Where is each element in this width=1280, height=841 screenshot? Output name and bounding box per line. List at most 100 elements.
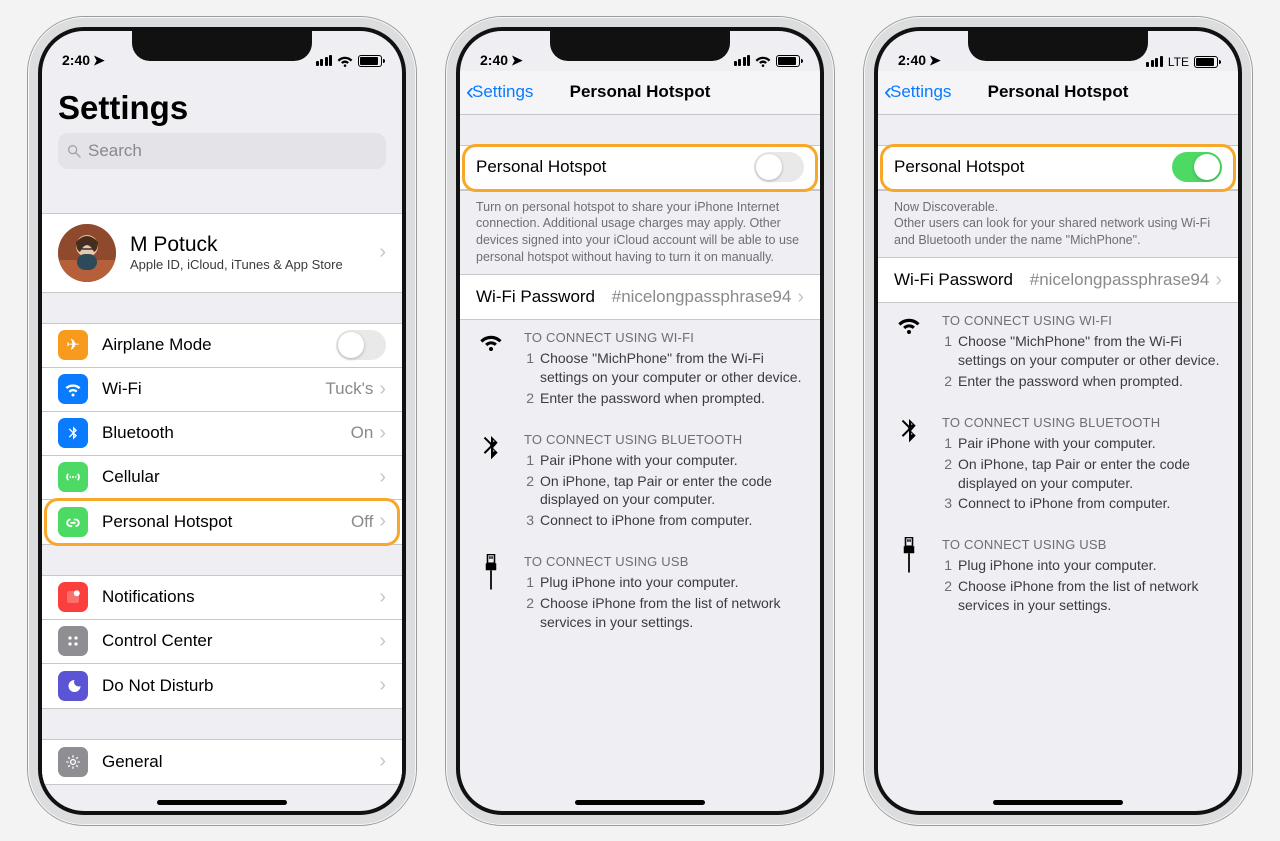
usb-instr-2: Choose iPhone from the list of network s…: [958, 577, 1222, 615]
airplane-mode-row[interactable]: ✈︎ Airplane Mode: [42, 324, 402, 368]
hotspot-on-footer: Now Discoverable. Other users can look f…: [878, 191, 1238, 258]
control-center-row[interactable]: Control Center ›: [42, 620, 402, 664]
general-label: General: [102, 752, 379, 772]
hotspot-switch-on[interactable]: [1172, 152, 1222, 182]
page-title: Settings: [42, 71, 402, 133]
wifi-instr-1: Choose "MichPhone" from the Wi-Fi settin…: [540, 349, 804, 387]
battery-icon: [776, 55, 800, 67]
hotspot-toggle-row[interactable]: Personal Hotspot: [878, 146, 1238, 190]
wifi-password-value: #nicelongpassphrase94: [1030, 270, 1210, 290]
status-time: 2:40: [898, 52, 926, 68]
dnd-icon: [58, 671, 88, 701]
usb-instr-1: Plug iPhone into your computer.: [958, 556, 1156, 575]
bt-instr-3: Connect to iPhone from computer.: [958, 494, 1170, 513]
profile-row[interactable]: M Potuck Apple ID, iCloud, iTunes & App …: [42, 214, 402, 292]
connect-wifi-instructions: TO CONNECT USING WI-FI 1Choose "MichPhon…: [460, 320, 820, 422]
hotspot-toggle-row[interactable]: Personal Hotspot: [460, 146, 820, 190]
connect-usb-instructions: TO CONNECT USING USB 1Plug iPhone into y…: [460, 544, 820, 646]
profile-name: M Potuck: [130, 233, 379, 257]
notifications-row[interactable]: Notifications ›: [42, 576, 402, 620]
connect-usb-instructions: TO CONNECT USING USB 1Plug iPhone into y…: [878, 527, 1238, 629]
wifi-settings-icon: [58, 374, 88, 404]
wifi-instr-title: TO CONNECT USING WI-FI: [524, 330, 804, 345]
wifi-password-label: Wi-Fi Password: [476, 287, 612, 307]
dnd-label: Do Not Disturb: [102, 676, 379, 696]
wifi-value: Tuck's: [325, 379, 373, 399]
airplane-label: Airplane Mode: [102, 335, 336, 355]
hotspot-icon: [58, 507, 88, 537]
wifi-icon: [894, 313, 924, 393]
cellular-signal-icon: [1146, 56, 1163, 67]
bt-instr-1: Pair iPhone with your computer.: [958, 434, 1156, 453]
notch: [968, 31, 1148, 61]
general-row[interactable]: General ›: [42, 740, 402, 784]
general-icon: [58, 747, 88, 777]
wifi-instr-2: Enter the password when prompted.: [540, 389, 765, 408]
wifi-icon: [755, 53, 771, 69]
back-button[interactable]: ‹Settings: [884, 80, 951, 104]
discoverable-desc: Other users can look for your shared net…: [894, 216, 1210, 247]
chevron-right-icon: ›: [379, 422, 386, 445]
chevron-right-icon: ›: [379, 630, 386, 653]
chevron-right-icon: ›: [379, 510, 386, 533]
discoverable-line: Now Discoverable.: [894, 200, 998, 214]
back-button[interactable]: ‹Settings: [466, 80, 533, 104]
chevron-right-icon: ›: [379, 241, 386, 264]
connect-bluetooth-instructions: TO CONNECT USING BLUETOOTH 1Pair iPhone …: [460, 422, 820, 545]
usb-icon: [894, 537, 924, 617]
personal-hotspot-row[interactable]: Personal Hotspot Off ›: [42, 500, 402, 544]
wifi-icon: [476, 330, 506, 410]
bt-instr-title: TO CONNECT USING BLUETOOTH: [524, 432, 804, 447]
wifi-password-value: #nicelongpassphrase94: [612, 287, 792, 307]
chevron-right-icon: ›: [379, 750, 386, 773]
location-icon: ➤: [511, 52, 523, 69]
bt-instr-title: TO CONNECT USING BLUETOOTH: [942, 415, 1222, 430]
battery-icon: [358, 55, 382, 67]
wifi-icon: [337, 53, 353, 69]
cellular-signal-icon: [316, 55, 333, 66]
bluetooth-value: On: [351, 423, 374, 443]
bluetooth-icon: [894, 415, 924, 516]
carrier-text: LTE: [1168, 55, 1189, 69]
connect-bluetooth-instructions: TO CONNECT USING BLUETOOTH 1Pair iPhone …: [878, 405, 1238, 528]
location-icon: ➤: [929, 52, 941, 69]
location-icon: ➤: [93, 52, 105, 69]
cellular-label: Cellular: [102, 467, 379, 487]
hotspot-toggle-label: Personal Hotspot: [476, 157, 754, 177]
home-indicator[interactable]: [575, 800, 705, 805]
avatar: [58, 224, 116, 282]
airplane-switch[interactable]: [336, 330, 386, 360]
status-time: 2:40: [480, 52, 508, 68]
wifi-password-row[interactable]: Wi-Fi Password #nicelongpassphrase94 ›: [878, 258, 1238, 302]
cellular-signal-icon: [734, 55, 751, 66]
cellular-icon: [58, 462, 88, 492]
wifi-instr-2: Enter the password when prompted.: [958, 372, 1183, 391]
hotspot-off-footer: Turn on personal hotspot to share your i…: [460, 191, 820, 275]
wifi-label: Wi-Fi: [102, 379, 325, 399]
hotspot-switch-off[interactable]: [754, 152, 804, 182]
hotspot-value: Off: [351, 512, 373, 532]
phone-hotspot-on: 2:40 ➤ LTE ‹Settings Personal Hotspot Pe…: [864, 17, 1252, 825]
control-center-icon: [58, 626, 88, 656]
home-indicator[interactable]: [993, 800, 1123, 805]
hotspot-label: Personal Hotspot: [102, 512, 351, 532]
cellular-row[interactable]: Cellular ›: [42, 456, 402, 500]
nav-bar: ‹Settings Personal Hotspot: [878, 71, 1238, 115]
wifi-password-row[interactable]: Wi-Fi Password #nicelongpassphrase94 ›: [460, 275, 820, 319]
chevron-right-icon: ›: [379, 466, 386, 489]
usb-icon: [476, 554, 506, 634]
chevron-right-icon: ›: [1215, 269, 1222, 292]
home-indicator[interactable]: [157, 800, 287, 805]
search-input[interactable]: Search: [58, 133, 386, 169]
usb-instr-1: Plug iPhone into your computer.: [540, 573, 738, 592]
usb-instr-title: TO CONNECT USING USB: [942, 537, 1222, 552]
wifi-password-label: Wi-Fi Password: [894, 270, 1030, 290]
bluetooth-row[interactable]: Bluetooth On ›: [42, 412, 402, 456]
search-placeholder: Search: [88, 141, 142, 161]
bt-instr-2: On iPhone, tap Pair or enter the code di…: [540, 472, 804, 510]
notifications-icon: [58, 582, 88, 612]
usb-instr-2: Choose iPhone from the list of network s…: [540, 594, 804, 632]
search-icon: [66, 143, 82, 159]
wifi-row[interactable]: Wi-Fi Tuck's ›: [42, 368, 402, 412]
dnd-row[interactable]: Do Not Disturb ›: [42, 664, 402, 708]
